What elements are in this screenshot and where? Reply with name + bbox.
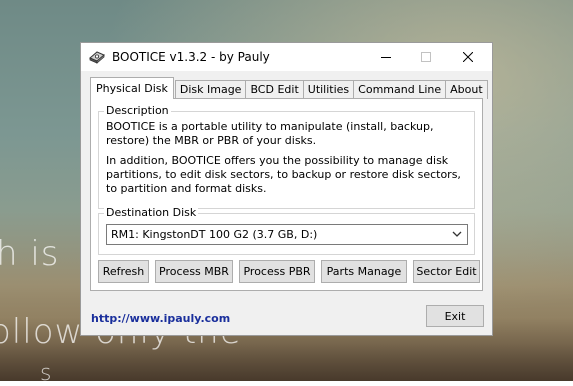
parts-manage-button[interactable]: Parts Manage: [321, 260, 407, 283]
chevron-down-icon: [452, 231, 462, 237]
minimize-button[interactable]: [366, 43, 406, 71]
bootice-window: BOOTICE v1.3.2 - by Pauly Physical Disk …: [80, 42, 493, 336]
physical-disk-panel: Description BOOTICE is a portable utilit…: [90, 98, 483, 291]
process-mbr-button[interactable]: Process MBR: [155, 260, 233, 283]
tab-bcd-edit[interactable]: BCD Edit: [245, 80, 304, 99]
destination-disk-select[interactable]: RM1: KingstonDT 100 G2 (3.7 GB, D:): [106, 224, 468, 245]
description-text: BOOTICE is a portable utility to manipul…: [106, 120, 468, 202]
tab-about[interactable]: About: [445, 80, 488, 99]
destination-disk-group: Destination Disk RM1: KingstonDT 100 G2 …: [98, 206, 475, 255]
close-icon: [463, 52, 473, 62]
maximize-icon: [421, 52, 431, 62]
destination-disk-value: RM1: KingstonDT 100 G2 (3.7 GB, D:): [111, 228, 318, 241]
description-paragraph-1: BOOTICE is a portable utility to manipul…: [106, 120, 434, 147]
refresh-button[interactable]: Refresh: [98, 260, 149, 283]
destination-disk-label: Destination Disk: [104, 206, 199, 219]
maximize-button: [406, 43, 446, 71]
description-label: Description: [104, 104, 171, 117]
close-button[interactable]: [448, 43, 488, 71]
wallpaper-text-line-1: h is: [0, 234, 60, 274]
sector-edit-button[interactable]: Sector Edit: [413, 260, 480, 283]
bootice-app-icon: [89, 51, 105, 64]
window-title: BOOTICE v1.3.2 - by Pauly: [112, 50, 270, 64]
process-pbr-button[interactable]: Process PBR: [239, 260, 315, 283]
tab-utilities[interactable]: Utilities: [302, 80, 355, 99]
website-link[interactable]: http://www.ipauly.com: [91, 312, 230, 325]
tab-strip: Physical Disk Disk Image BCD Edit Utilit…: [90, 76, 488, 99]
description-paragraph-2: In addition, BOOTICE offers you the poss…: [106, 154, 461, 195]
tab-disk-image[interactable]: Disk Image: [174, 80, 247, 99]
minimize-icon: [381, 57, 391, 58]
wallpaper-text-line-3: s: [40, 361, 53, 386]
description-group: Description BOOTICE is a portable utilit…: [98, 104, 475, 209]
tab-physical-disk[interactable]: Physical Disk: [90, 77, 174, 99]
title-bar[interactable]: BOOTICE v1.3.2 - by Pauly: [81, 43, 492, 71]
action-button-row: Refresh Process MBR Process PBR Parts Ma…: [98, 260, 480, 283]
tab-command-line[interactable]: Command Line: [353, 80, 447, 99]
exit-button[interactable]: Exit: [426, 305, 484, 327]
